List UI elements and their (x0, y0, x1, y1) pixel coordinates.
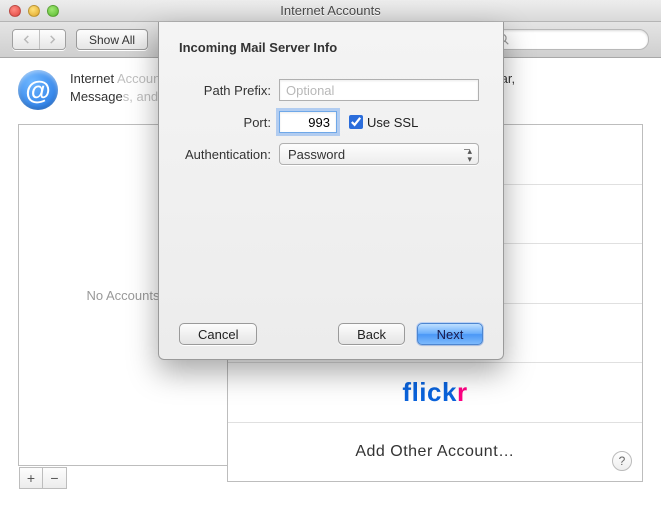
search-input[interactable] (489, 29, 649, 50)
at-icon: @ (18, 70, 58, 110)
port-label: Port: (179, 115, 279, 130)
close-window-button[interactable] (9, 5, 21, 17)
row-auth: Authentication: Password ▴▾ (179, 143, 483, 165)
show-all-button[interactable]: Show All (76, 29, 148, 50)
next-button[interactable]: Next (417, 323, 483, 345)
add-account-button[interactable]: + (19, 467, 43, 489)
sheet-button-row: Cancel Back Next (179, 323, 483, 345)
add-remove-row: + − (19, 467, 67, 489)
back-button[interactable] (13, 30, 39, 49)
row-path-prefix: Path Prefix: (179, 79, 483, 101)
auth-label: Authentication: (179, 147, 279, 162)
chevron-right-icon (48, 35, 57, 44)
auth-select[interactable]: Password ▴▾ (279, 143, 479, 165)
incoming-mail-sheet: Incoming Mail Server Info Path Prefix: P… (158, 22, 504, 360)
intro-visible-1: Internet (70, 71, 117, 86)
window-controls (9, 5, 59, 17)
port-input[interactable] (279, 111, 337, 133)
titlebar: Internet Accounts (0, 0, 661, 22)
path-prefix-label: Path Prefix: (179, 83, 279, 98)
window-title: Internet Accounts (0, 3, 661, 18)
remove-account-button[interactable]: − (43, 467, 67, 489)
chevron-left-icon (22, 35, 31, 44)
forward-button[interactable] (39, 30, 65, 49)
minimize-window-button[interactable] (28, 5, 40, 17)
zoom-window-button[interactable] (47, 5, 59, 17)
nav-segment (12, 29, 66, 50)
path-prefix-input[interactable] (279, 79, 479, 101)
auth-value: Password (288, 147, 345, 162)
use-ssl-checkbox[interactable]: Use SSL (345, 112, 418, 132)
chevron-updown-icon: ▴▾ (467, 147, 472, 163)
back-sheet-button[interactable]: Back (338, 323, 405, 345)
add-other-account[interactable]: Add Other Account… (228, 423, 642, 482)
use-ssl-label: Use SSL (367, 115, 418, 130)
row-port: Port: Use SSL (179, 111, 483, 133)
cancel-button[interactable]: Cancel (179, 323, 257, 345)
search-box (489, 29, 649, 50)
use-ssl-input[interactable] (349, 115, 363, 129)
service-flickr[interactable]: flickr (228, 363, 642, 423)
sheet-title: Incoming Mail Server Info (179, 40, 483, 55)
help-button[interactable]: ? (612, 451, 632, 471)
intro-visible-3: Message (70, 89, 123, 104)
